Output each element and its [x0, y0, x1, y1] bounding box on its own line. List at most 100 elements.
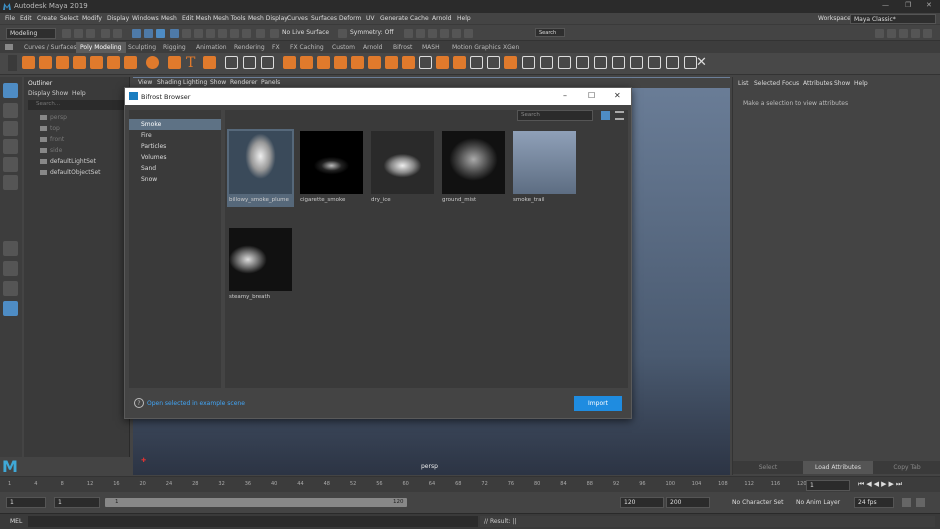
- menu-mesh-display[interactable]: Mesh Display: [248, 15, 288, 22]
- symmetry-icon[interactable]: [338, 29, 347, 38]
- import-button[interactable]: Import: [574, 396, 622, 411]
- copy-tab-button[interactable]: Copy Tab: [873, 461, 940, 474]
- grid-view-icon[interactable]: [601, 111, 610, 120]
- multi-cut-icon[interactable]: [470, 56, 483, 69]
- command-input[interactable]: [28, 516, 478, 527]
- boolean-icon[interactable]: [283, 56, 296, 69]
- menu-deform[interactable]: Deform: [339, 15, 361, 22]
- character-set-dropdown[interactable]: No Character Set: [732, 499, 783, 506]
- scene-start-field[interactable]: 1: [6, 497, 46, 508]
- asset-tile[interactable]: billowy_smoke_plume: [227, 129, 294, 207]
- playback-start-field[interactable]: 1: [54, 497, 100, 508]
- menu-modify[interactable]: Modify: [82, 15, 102, 22]
- category-fire[interactable]: Fire: [129, 130, 221, 141]
- mode-dropdown[interactable]: Modeling: [6, 28, 56, 39]
- search-field[interactable]: Search: [535, 28, 565, 37]
- shelf-tab-arnold[interactable]: Arnold: [359, 42, 386, 53]
- attr-menu-selected[interactable]: Selected: [754, 80, 780, 87]
- asset-tile[interactable]: dry_ice: [369, 129, 436, 207]
- menu-edit-mesh[interactable]: Edit Mesh: [182, 15, 211, 22]
- category-volumes[interactable]: Volumes: [129, 152, 221, 163]
- redo-icon[interactable]: [113, 29, 122, 38]
- shelf-tab-curves-surfaces[interactable]: Curves / Surfaces: [20, 42, 81, 53]
- scene-end-field[interactable]: 200: [666, 497, 710, 508]
- asset-tile[interactable]: ground_mist: [440, 129, 507, 207]
- poly-sphere-icon[interactable]: [22, 56, 35, 69]
- collapse-icon[interactable]: [436, 56, 449, 69]
- outliner-menu-display[interactable]: Display: [28, 90, 50, 97]
- range-slider[interactable]: 1 120: [105, 498, 407, 507]
- quadrangulate-icon[interactable]: [666, 56, 679, 69]
- viewport-menu-panels[interactable]: Panels: [261, 79, 280, 86]
- shelf-tab-sculpting[interactable]: Sculpting: [124, 42, 160, 53]
- poke-icon[interactable]: [453, 56, 466, 69]
- target-weld-icon[interactable]: [419, 56, 432, 69]
- playback-controls-icon[interactable]: ⏮◀◀▶▶⏭: [858, 480, 904, 489]
- menu-windows[interactable]: Windows: [132, 15, 159, 22]
- menu-select[interactable]: Select: [60, 15, 79, 22]
- shelf-tab-motion-graphics[interactable]: Motion Graphics: [448, 42, 505, 53]
- connect-icon[interactable]: [522, 56, 535, 69]
- scale-tool-icon[interactable]: [3, 175, 18, 190]
- select-button[interactable]: Select: [733, 461, 803, 474]
- close-icon[interactable]: ✕: [926, 1, 932, 9]
- edge-flow-icon[interactable]: [540, 56, 553, 69]
- fps-dropdown[interactable]: 24 fps: [854, 497, 894, 508]
- category-particles[interactable]: Particles: [129, 141, 221, 152]
- render-frame-icon[interactable]: [404, 29, 413, 38]
- lasso-select-icon[interactable]: [170, 29, 179, 38]
- viewport-menu-shading[interactable]: Shading: [157, 79, 181, 86]
- list-view-icon[interactable]: [615, 111, 624, 120]
- menu-display[interactable]: Display: [107, 15, 129, 22]
- outliner-menu-help[interactable]: Help: [72, 90, 86, 97]
- attr-menu-show[interactable]: Show: [834, 80, 850, 87]
- current-frame-field[interactable]: 1: [806, 480, 850, 491]
- menu-generate[interactable]: Generate: [380, 15, 408, 22]
- restore-icon[interactable]: ❐: [905, 1, 911, 9]
- shelf-tab-custom[interactable]: Custom: [328, 42, 359, 53]
- select-tool-icon[interactable]: [3, 83, 18, 98]
- anim-layer-dropdown[interactable]: No Anim Layer: [796, 499, 840, 506]
- super-shape-icon[interactable]: [168, 56, 181, 69]
- viewport-menu-lighting[interactable]: Lighting: [183, 79, 207, 86]
- menu-surfaces[interactable]: Surfaces: [311, 15, 337, 22]
- extrude-icon[interactable]: [317, 56, 330, 69]
- hypershade-icon[interactable]: [440, 29, 449, 38]
- attr-menu-focus[interactable]: Focus: [782, 80, 799, 87]
- poly-cylinder-icon[interactable]: [56, 56, 69, 69]
- dialog-minimize-icon[interactable]: –: [563, 91, 567, 100]
- asset-tile[interactable]: smoke_trail: [511, 129, 578, 207]
- shelf-tab-bifrost[interactable]: Bifrost: [389, 42, 416, 53]
- open-scene-icon[interactable]: [74, 29, 83, 38]
- move-tool-icon[interactable]: [3, 139, 18, 154]
- outliner-item[interactable]: defaultObjectSet: [40, 169, 101, 176]
- mirror-icon[interactable]: [300, 56, 313, 69]
- attr-menu-help[interactable]: Help: [854, 80, 868, 87]
- attribute-editor-icon[interactable]: [887, 29, 896, 38]
- select-component-icon[interactable]: [156, 29, 165, 38]
- viewport-menu-show[interactable]: Show: [210, 79, 226, 86]
- persp-outliner-layout-icon[interactable]: [3, 281, 18, 296]
- symmetry-dropdown[interactable]: Symmetry: Off: [350, 29, 393, 36]
- shelf-tab-xgen[interactable]: XGen: [499, 42, 523, 53]
- poly-type-icon[interactable]: T: [186, 55, 195, 71]
- auto-key-icon[interactable]: [902, 498, 911, 507]
- paint-select-tool-icon[interactable]: [3, 121, 18, 136]
- single-perspective-layout-icon[interactable]: [3, 241, 18, 256]
- outliner-layout-icon[interactable]: [3, 301, 18, 316]
- attr-menu-attributes[interactable]: Attributes: [803, 80, 833, 87]
- ipr-render-icon[interactable]: [416, 29, 425, 38]
- rotate-tool-icon[interactable]: [3, 157, 18, 172]
- poly-plane-icon[interactable]: [107, 56, 120, 69]
- poly-cube-icon[interactable]: [39, 56, 52, 69]
- shelf-tab-fx-caching[interactable]: FX Caching: [286, 42, 328, 53]
- shelf-tab-poly-modeling[interactable]: Poly Modeling: [76, 42, 126, 53]
- menu-curves[interactable]: Curves: [287, 15, 308, 22]
- menu-create[interactable]: Create: [37, 15, 57, 22]
- slide-edge-icon[interactable]: [558, 56, 571, 69]
- outliner-item[interactable]: top: [40, 125, 60, 132]
- shelf-tab-rigging[interactable]: Rigging: [159, 42, 190, 53]
- playback-end-field[interactable]: 120: [620, 497, 664, 508]
- bridge-icon[interactable]: [334, 56, 347, 69]
- lasso-tool-icon[interactable]: [3, 103, 18, 118]
